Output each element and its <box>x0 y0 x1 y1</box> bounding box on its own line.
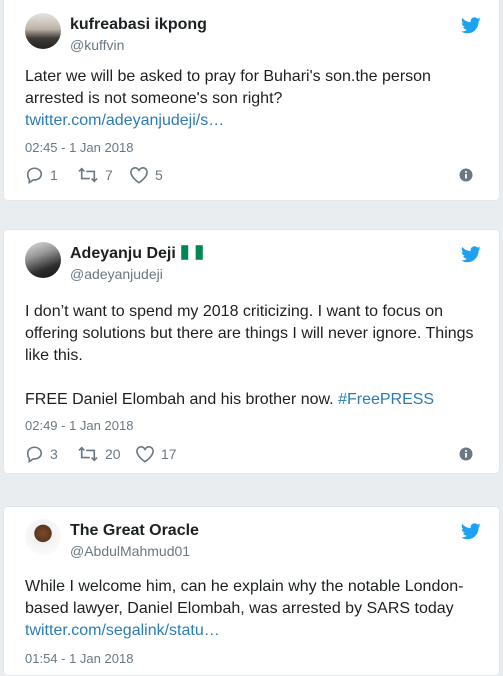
tweet-header: The Great Oracle @AbdulMahmud01 <box>22 519 481 565</box>
hashtag-link[interactable]: #FreePRESS <box>338 391 434 408</box>
retweet-icon <box>78 446 98 462</box>
retweet-button[interactable]: 7 <box>77 165 113 185</box>
author-name[interactable]: Adeyanju Deji <box>70 245 176 262</box>
avatar[interactable] <box>25 519 61 555</box>
heart-icon <box>136 445 154 463</box>
heart-icon <box>130 166 148 184</box>
avatar[interactable] <box>25 13 61 49</box>
tweet-card[interactable]: kufreabasi ikpong @kuffvin Later we will… <box>3 0 500 201</box>
author-handle[interactable]: @AbdulMahmud01 <box>70 543 190 559</box>
like-count: 17 <box>161 446 177 462</box>
like-button[interactable]: 5 <box>129 165 163 185</box>
twitter-bird-icon[interactable] <box>461 523 481 540</box>
author-handle[interactable]: @kuffvin <box>70 37 124 53</box>
tweet-timestamp[interactable]: 02:49 - 1 Jan 2018 <box>25 418 133 433</box>
reply-button[interactable]: 3 <box>25 444 58 464</box>
reply-count: 3 <box>50 446 58 462</box>
retweet-count: 7 <box>105 167 113 183</box>
tweet-link[interactable]: twitter.com/segalink/statu… <box>25 622 220 639</box>
reply-icon <box>26 167 43 184</box>
retweet-button[interactable]: 20 <box>77 444 121 464</box>
tweet-link[interactable]: twitter.com/adeyanjudeji/s… <box>25 112 224 129</box>
tweet-text: Later we will be asked to pray for Buhar… <box>25 66 481 132</box>
author-name[interactable]: kufreabasi ikpong <box>70 16 207 34</box>
twitter-bird-icon[interactable] <box>461 17 481 34</box>
tweet-card[interactable]: Adeyanju Deji @adeyanjudeji I don’t want… <box>3 229 500 474</box>
author-name[interactable]: The Great Oracle <box>70 522 199 540</box>
reply-button[interactable]: 1 <box>25 165 58 185</box>
info-icon[interactable] <box>459 447 473 461</box>
avatar[interactable] <box>25 242 61 278</box>
like-count: 5 <box>155 167 163 183</box>
tweet-header: kufreabasi ikpong @kuffvin <box>22 13 481 59</box>
tweet-header: Adeyanju Deji @adeyanjudeji <box>22 242 481 288</box>
twitter-bird-icon[interactable] <box>461 246 481 263</box>
tweet-timestamp[interactable]: 01:54 - 1 Jan 2018 <box>25 651 133 666</box>
tweet-card[interactable]: The Great Oracle @AbdulMahmud01 While I … <box>3 506 500 676</box>
like-button[interactable]: 17 <box>135 444 177 464</box>
author-name-wrap: Adeyanju Deji <box>70 245 203 263</box>
retweet-icon <box>78 167 98 183</box>
reply-count: 1 <box>50 167 58 183</box>
tweet-actions: 1 7 5 <box>25 165 481 185</box>
tweet-body: Later we will be asked to pray for Buhar… <box>25 68 436 107</box>
tweet-text: While I welcome him, can he explain why … <box>25 576 481 642</box>
nigeria-flag-icon <box>180 245 203 260</box>
author-handle[interactable]: @adeyanjudeji <box>70 266 163 282</box>
tweet-text: I don’t want to spend my 2018 criticizin… <box>25 301 481 411</box>
tweet-timestamp[interactable]: 02:45 - 1 Jan 2018 <box>25 140 133 155</box>
tweet-body: While I welcome him, can he explain why … <box>25 578 464 617</box>
retweet-count: 20 <box>105 446 121 462</box>
info-icon[interactable] <box>459 168 473 182</box>
tweet-actions: 3 20 17 <box>25 444 481 464</box>
reply-icon <box>26 446 43 463</box>
